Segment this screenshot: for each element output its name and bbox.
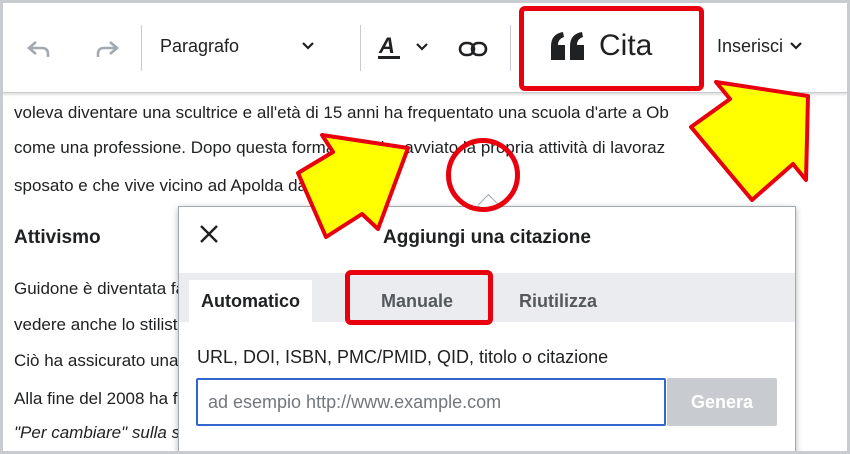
arrow-icon bbox=[689, 80, 810, 202]
arrow-icon bbox=[296, 133, 410, 239]
annotation-arrows bbox=[296, 80, 810, 239]
reference-highlight-circle bbox=[446, 138, 520, 212]
manuale-highlight-box bbox=[345, 270, 493, 325]
cite-highlight-box bbox=[519, 6, 704, 91]
